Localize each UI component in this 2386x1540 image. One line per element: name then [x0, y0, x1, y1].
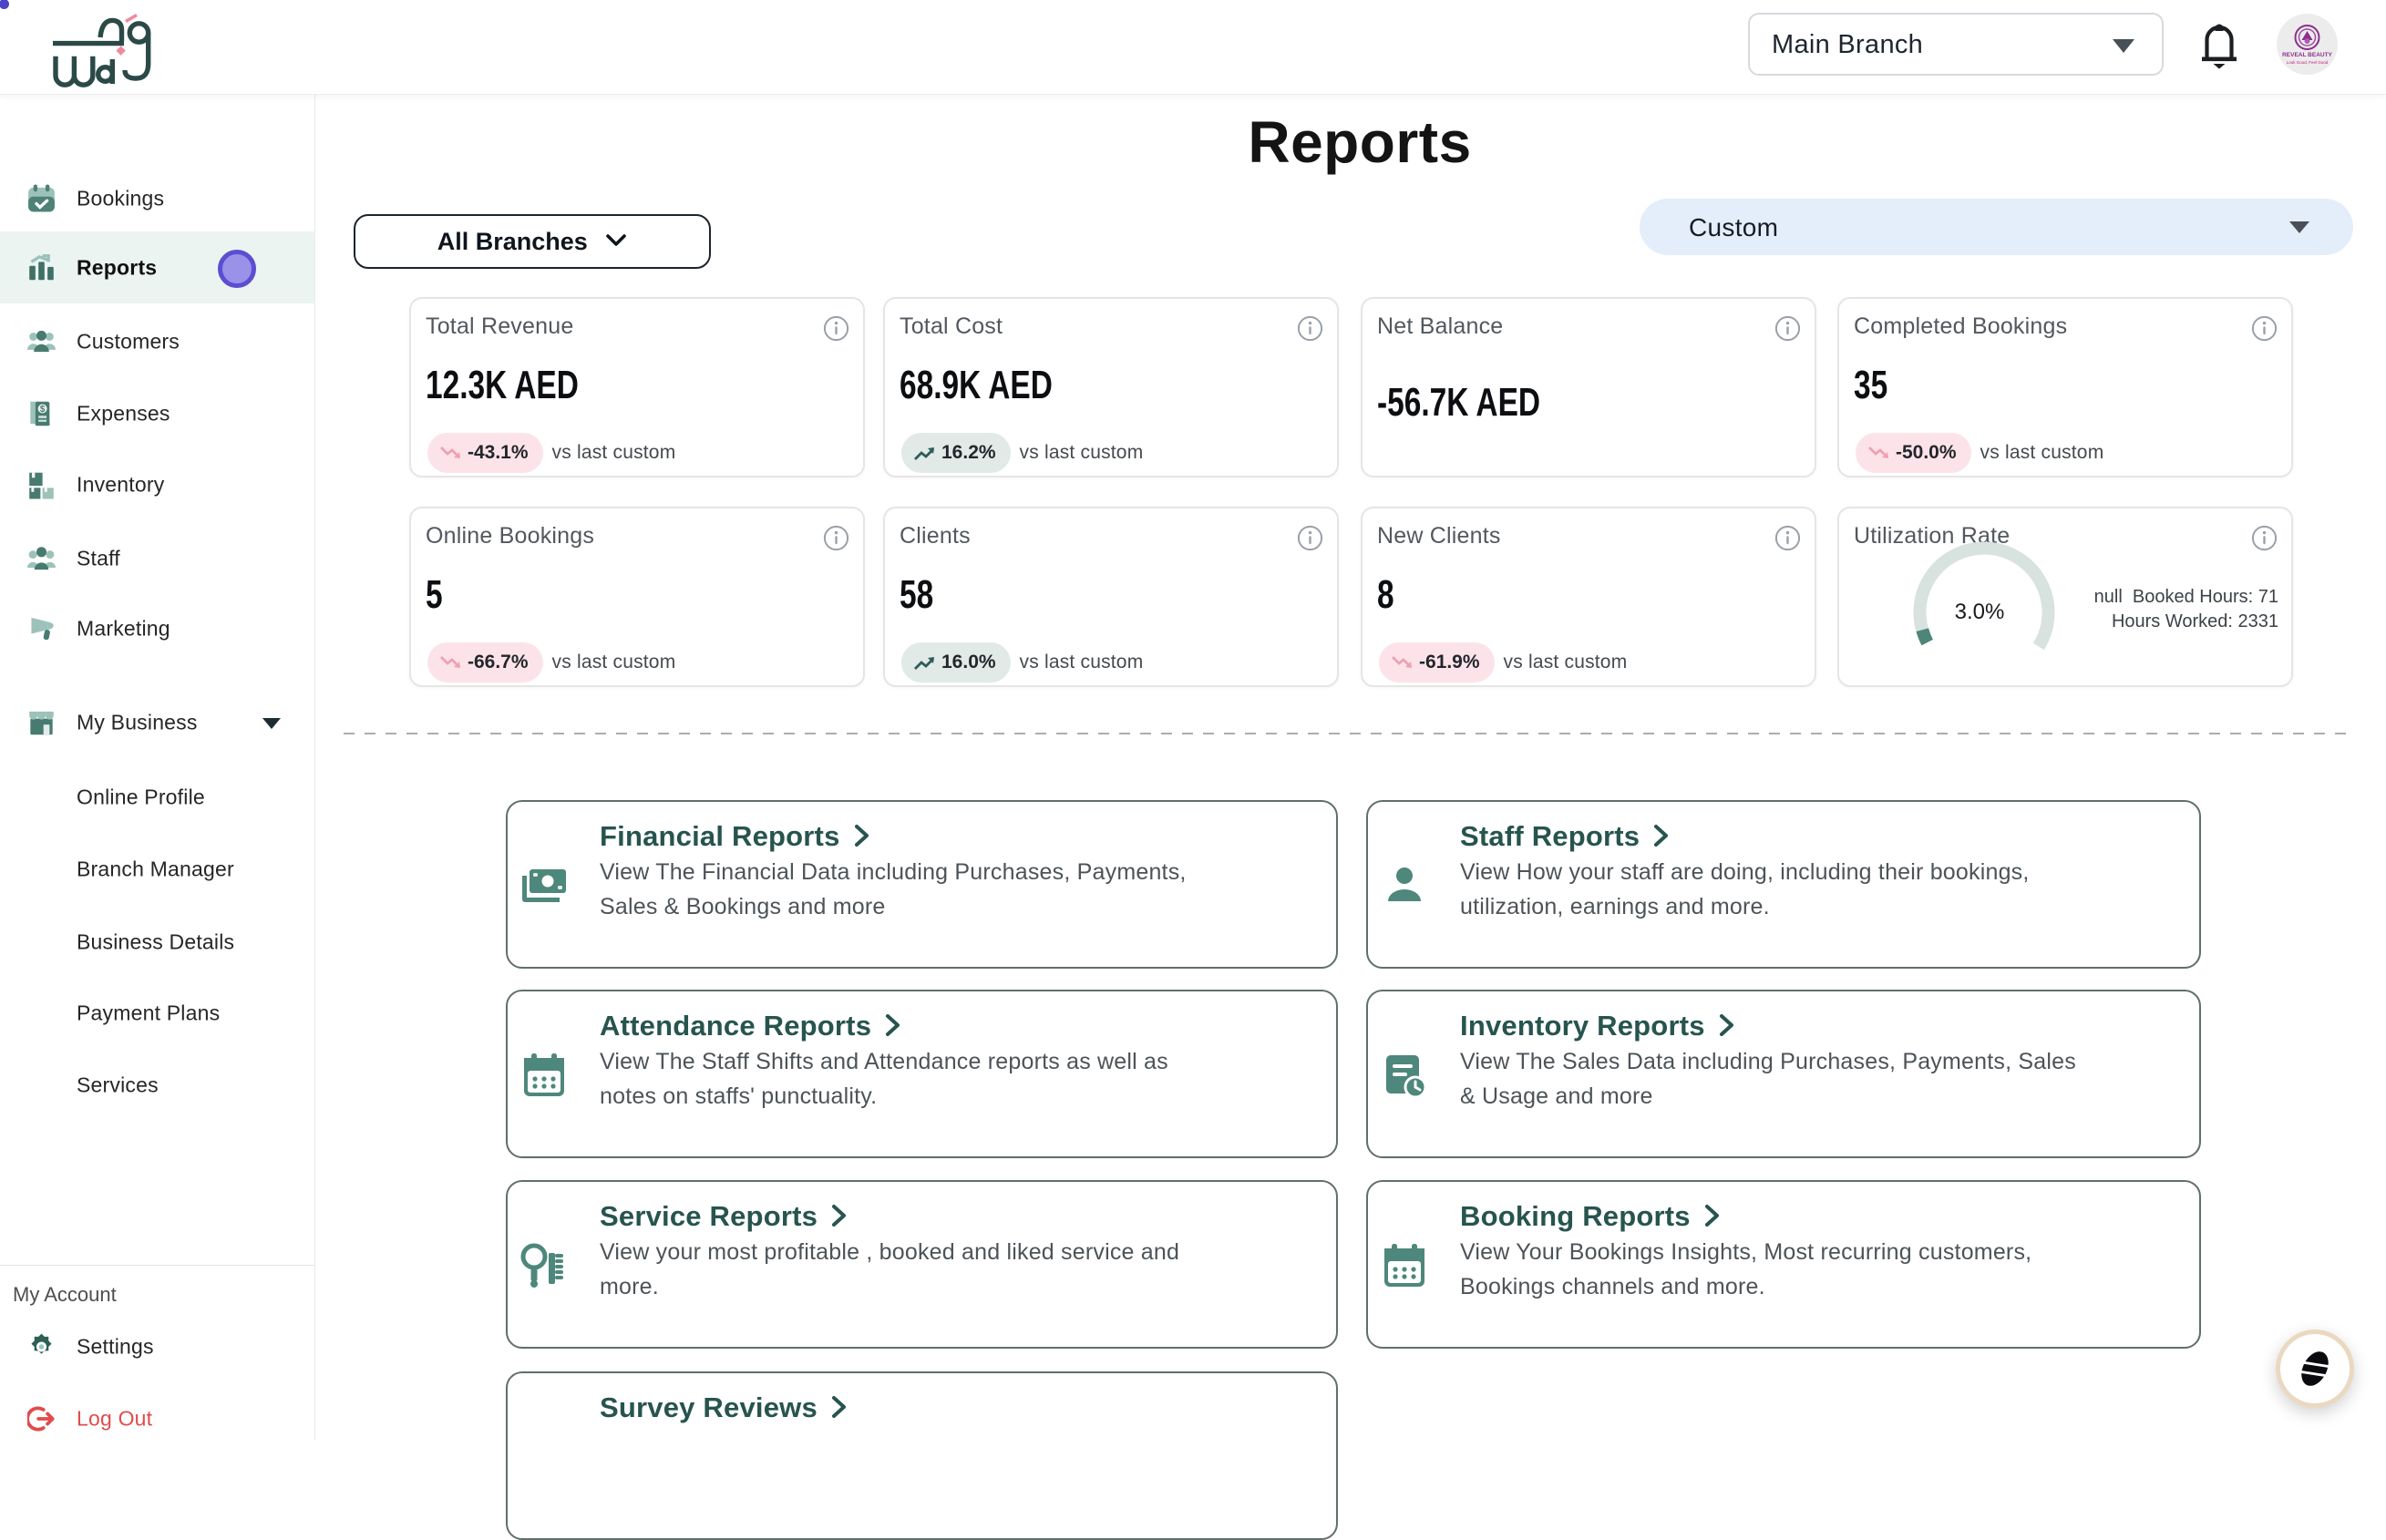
svg-text:Look Good, Feel Good: Look Good, Feel Good — [2287, 60, 2329, 65]
svg-text:$: $ — [40, 404, 46, 414]
svg-text:REVEAL BEAUTY: REVEAL BEAUTY — [2282, 52, 2332, 58]
